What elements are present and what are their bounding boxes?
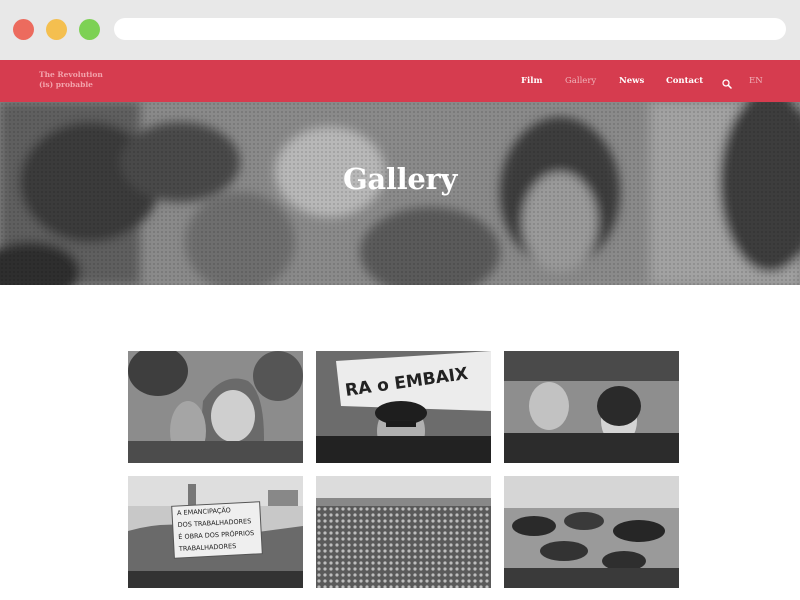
search-icon[interactable]: [722, 76, 732, 89]
gallery-photo-3[interactable]: [504, 351, 679, 463]
maximize-window-button[interactable]: [79, 19, 100, 40]
gallery-photo-1[interactable]: [128, 351, 303, 463]
gallery-photo-2[interactable]: RA o EMBAIX: [316, 351, 491, 463]
nav-item-film[interactable]: Film: [521, 60, 543, 102]
nav-item-contact[interactable]: Contact: [666, 60, 703, 102]
gallery-photo-4[interactable]: A EMANCIPAÇÃO DOS TRABALHADORES É OBRA D…: [128, 476, 303, 588]
nav-item-news[interactable]: News: [619, 60, 644, 102]
language-switcher[interactable]: EN: [749, 60, 763, 102]
browser-chrome: [0, 0, 800, 60]
site-header: The Revolution (is) probable Film Galler…: [0, 60, 800, 102]
close-window-button[interactable]: [13, 19, 34, 40]
address-bar[interactable]: [114, 18, 786, 40]
site-logo[interactable]: The Revolution (is) probable: [39, 70, 103, 90]
logo-line-2: (is) probable: [39, 80, 93, 89]
minimize-window-button[interactable]: [46, 19, 67, 40]
logo-line-1: The Revolution: [39, 70, 103, 79]
nav-item-gallery[interactable]: Gallery: [565, 60, 596, 102]
gallery-photo-6[interactable]: [504, 476, 679, 588]
page-title: Gallery: [342, 162, 458, 196]
hero-banner: Gallery: [0, 102, 800, 285]
gallery-photo-5[interactable]: [316, 476, 491, 588]
